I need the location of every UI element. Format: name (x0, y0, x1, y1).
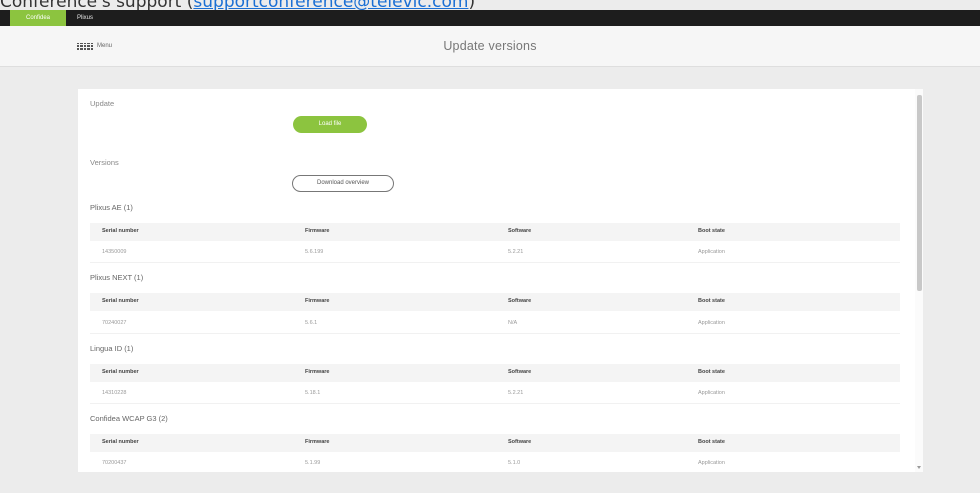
vertical-scrollbar[interactable] (915, 89, 923, 472)
boot-state-cell: Application (698, 460, 725, 466)
software-cell: N/A (508, 320, 518, 326)
update-section-label: Update (90, 99, 115, 108)
serial-number-cell: 14350009 (102, 249, 127, 255)
column-header-boot-state: Boot state (698, 228, 725, 234)
content-panel: Update Load file Versions Download overv… (78, 89, 923, 472)
column-header-firmware: Firmware (305, 298, 330, 304)
firmware-cell: 5.6.199 (305, 249, 324, 255)
table-row: 14310228 5.18.1 5.2.21 Application (90, 385, 900, 404)
download-overview-button[interactable]: Download overview (292, 175, 394, 192)
scroll-down-arrow-icon[interactable] (917, 466, 921, 469)
scrollbar-thumb[interactable] (917, 95, 922, 291)
column-header-serial: Serial number (102, 298, 139, 304)
tab-confidea[interactable]: Confidea (10, 10, 66, 26)
versions-section-label: Versions (90, 158, 119, 167)
serial-number-cell: 70200437 (102, 460, 127, 466)
column-header-software: Software (508, 228, 532, 234)
table-row: 14350009 5.6.199 5.2.21 Application (90, 244, 900, 263)
firmware-cell: 5.6.1 (305, 320, 318, 326)
column-header-firmware: Firmware (305, 439, 330, 445)
serial-number-cell: 70240027 (102, 320, 127, 326)
column-header-boot-state: Boot state (698, 439, 725, 445)
table-row: 70240027 5.6.1 N/A Application (90, 315, 900, 334)
column-header-boot-state: Boot state (698, 298, 725, 304)
group-title-confidea-wcap: Confidea WCAP G3 (2) (90, 414, 168, 423)
table-header-row: Serial number Firmware Software Boot sta… (90, 364, 900, 382)
boot-state-cell: Application (698, 390, 725, 396)
column-header-firmware: Firmware (305, 369, 330, 375)
group-title-lingua-id: Lingua ID (1) (90, 344, 134, 353)
software-cell: 5.2.21 (508, 390, 524, 396)
serial-number-cell: 14310228 (102, 390, 127, 396)
boot-state-cell: Application (698, 320, 725, 326)
boot-state-cell: Application (698, 249, 725, 255)
top-navigation-bar: Confidea Plixus (0, 10, 980, 26)
column-header-boot-state: Boot state (698, 369, 725, 375)
table-header-row: Serial number Firmware Software Boot sta… (90, 293, 900, 311)
table-header-row: Serial number Firmware Software Boot sta… (90, 434, 900, 452)
tab-plixus[interactable]: Plixus (68, 10, 102, 26)
column-header-software: Software (508, 369, 532, 375)
firmware-cell: 5.18.1 (305, 390, 321, 396)
column-header-firmware: Firmware (305, 228, 330, 234)
firmware-cell: 5.1.99 (305, 460, 321, 466)
page-header: Menu Update versions (0, 26, 980, 67)
column-header-software: Software (508, 439, 532, 445)
load-file-button[interactable]: Load file (293, 116, 367, 133)
software-cell: 5.1.0 (508, 460, 521, 466)
page-title: Update versions (443, 39, 537, 53)
group-title-plixus-ae: Plixus AE (1) (90, 203, 133, 212)
column-header-serial: Serial number (102, 439, 139, 445)
table-header-row: Serial number Firmware Software Boot sta… (90, 223, 900, 241)
software-cell: 5.2.21 (508, 249, 524, 255)
column-header-software: Software (508, 298, 532, 304)
document-text-line: Conference's support (supportconference@… (0, 0, 475, 12)
table-row: 70200437 5.1.99 5.1.0 Application (90, 455, 900, 472)
column-header-serial: Serial number (102, 228, 139, 234)
column-header-serial: Serial number (102, 369, 139, 375)
group-title-plixus-next: Plixus NEXT (1) (90, 273, 144, 282)
